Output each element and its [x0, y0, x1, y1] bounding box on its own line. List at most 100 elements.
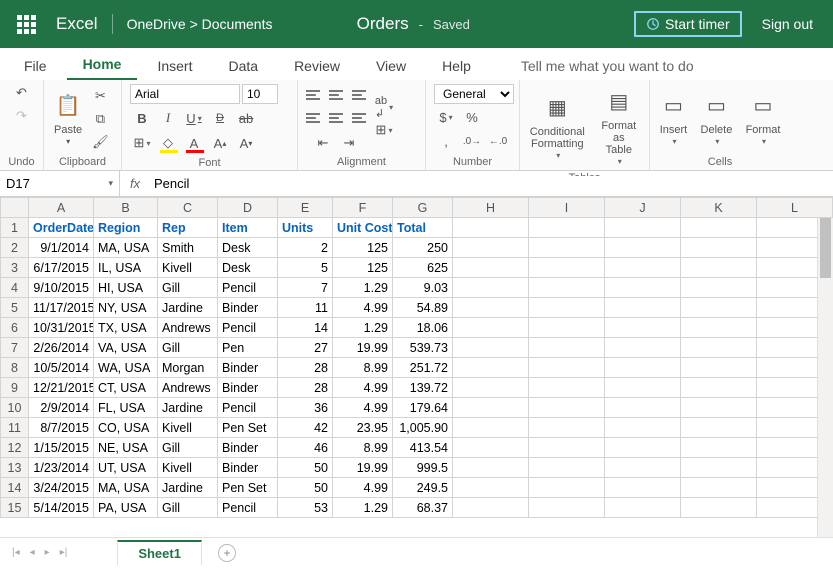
cell-J1[interactable] — [605, 218, 681, 238]
cell-D4[interactable]: Pencil — [218, 278, 278, 298]
document-title[interactable]: Orders — [357, 14, 409, 34]
cell-A6[interactable]: 10/31/2015 — [29, 318, 94, 338]
cell-E4[interactable]: 7 — [278, 278, 333, 298]
cell-F4[interactable]: 1.29 — [333, 278, 393, 298]
cell-I9[interactable] — [529, 378, 605, 398]
shrink-font-button[interactable]: A▾ — [234, 132, 258, 154]
cell-I4[interactable] — [529, 278, 605, 298]
cell-B8[interactable]: WA, USA — [94, 358, 158, 378]
row-header-2[interactable]: 2 — [1, 238, 29, 258]
cell-J2[interactable] — [605, 238, 681, 258]
cell-B3[interactable]: IL, USA — [94, 258, 158, 278]
cell-J6[interactable] — [605, 318, 681, 338]
cell-D14[interactable]: Pen Set — [218, 478, 278, 498]
cell-B12[interactable]: NE, USA — [94, 438, 158, 458]
cell-J13[interactable] — [605, 458, 681, 478]
sheet-tab[interactable]: Sheet1 — [117, 540, 202, 565]
cell-G13[interactable]: 999.5 — [393, 458, 453, 478]
cell-I7[interactable] — [529, 338, 605, 358]
cell-G6[interactable]: 18.06 — [393, 318, 453, 338]
cell-A14[interactable]: 3/24/2015 — [29, 478, 94, 498]
cell-G1[interactable]: Total — [393, 218, 453, 238]
cell-F7[interactable]: 19.99 — [333, 338, 393, 358]
cell-J4[interactable] — [605, 278, 681, 298]
row-header-8[interactable]: 8 — [1, 358, 29, 378]
col-header-G[interactable]: G — [393, 198, 453, 218]
col-header-C[interactable]: C — [158, 198, 218, 218]
cell-K10[interactable] — [681, 398, 757, 418]
row-header-13[interactable]: 13 — [1, 458, 29, 478]
cell-D9[interactable]: Binder — [218, 378, 278, 398]
cell-K15[interactable] — [681, 498, 757, 518]
cell-D7[interactable]: Pen — [218, 338, 278, 358]
cell-J15[interactable] — [605, 498, 681, 518]
cell-F5[interactable]: 4.99 — [333, 298, 393, 318]
cell-A13[interactable]: 1/23/2014 — [29, 458, 94, 478]
cell-F2[interactable]: 125 — [333, 238, 393, 258]
cell-F15[interactable]: 1.29 — [333, 498, 393, 518]
font-size-select[interactable] — [242, 84, 278, 104]
cell-G14[interactable]: 249.5 — [393, 478, 453, 498]
row-header-10[interactable]: 10 — [1, 398, 29, 418]
cell-C9[interactable]: Andrews — [158, 378, 218, 398]
cell-A3[interactable]: 6/17/2015 — [29, 258, 94, 278]
sheet-nav-next[interactable]: ▸ — [41, 545, 54, 560]
format-painter-button[interactable]: 🖌 — [90, 131, 111, 153]
col-header-K[interactable]: K — [681, 198, 757, 218]
increase-indent-button[interactable]: ⇥ — [337, 132, 361, 154]
cell-D13[interactable]: Binder — [218, 458, 278, 478]
cell-F10[interactable]: 4.99 — [333, 398, 393, 418]
cell-D8[interactable]: Binder — [218, 358, 278, 378]
paste-button[interactable]: 📋 Paste ▾ — [48, 86, 88, 151]
col-header-I[interactable]: I — [529, 198, 605, 218]
col-header-E[interactable]: E — [278, 198, 333, 218]
row-header-1[interactable]: 1 — [1, 218, 29, 238]
sign-out-button[interactable]: Sign out — [762, 16, 813, 32]
cell-B11[interactable]: CO, USA — [94, 418, 158, 438]
row-header-5[interactable]: 5 — [1, 298, 29, 318]
tab-home[interactable]: Home — [67, 50, 138, 80]
col-header-F[interactable]: F — [333, 198, 393, 218]
cell-H3[interactable] — [453, 258, 529, 278]
tab-data[interactable]: Data — [212, 52, 274, 80]
cell-J7[interactable] — [605, 338, 681, 358]
cell-E12[interactable]: 46 — [278, 438, 333, 458]
cell-G11[interactable]: 1,005.90 — [393, 418, 453, 438]
cell-H15[interactable] — [453, 498, 529, 518]
cell-D11[interactable]: Pen Set — [218, 418, 278, 438]
sheet-nav-prev[interactable]: ◂ — [26, 545, 39, 560]
italic-button[interactable]: I — [156, 107, 180, 129]
font-color-button[interactable]: A — [182, 132, 206, 154]
cell-F3[interactable]: 125 — [333, 258, 393, 278]
cell-K4[interactable] — [681, 278, 757, 298]
cell-B6[interactable]: TX, USA — [94, 318, 158, 338]
cell-K8[interactable] — [681, 358, 757, 378]
row-header-4[interactable]: 4 — [1, 278, 29, 298]
cell-K12[interactable] — [681, 438, 757, 458]
increase-decimal-button[interactable]: .0→ — [460, 130, 484, 152]
cell-A12[interactable]: 1/15/2015 — [29, 438, 94, 458]
cell-H9[interactable] — [453, 378, 529, 398]
cell-H8[interactable] — [453, 358, 529, 378]
cell-B2[interactable]: MA, USA — [94, 238, 158, 258]
percent-button[interactable]: % — [460, 106, 484, 128]
align-right-button[interactable] — [348, 107, 370, 129]
cell-H13[interactable] — [453, 458, 529, 478]
sheet-nav-first[interactable]: |◂ — [8, 545, 24, 560]
cell-C10[interactable]: Jardine — [158, 398, 218, 418]
row-header-7[interactable]: 7 — [1, 338, 29, 358]
font-name-select[interactable] — [130, 84, 240, 104]
add-sheet-button[interactable]: + — [218, 544, 236, 562]
cell-A11[interactable]: 8/7/2015 — [29, 418, 94, 438]
cell-A4[interactable]: 9/10/2015 — [29, 278, 94, 298]
align-left-button[interactable] — [302, 107, 324, 129]
cell-G15[interactable]: 68.37 — [393, 498, 453, 518]
cell-K6[interactable] — [681, 318, 757, 338]
cell-G8[interactable]: 251.72 — [393, 358, 453, 378]
cell-C7[interactable]: Gill — [158, 338, 218, 358]
fill-color-button[interactable]: ◇ — [156, 132, 180, 154]
formula-input[interactable] — [150, 176, 833, 191]
cell-A5[interactable]: 11/17/2015 — [29, 298, 94, 318]
cell-B9[interactable]: CT, USA — [94, 378, 158, 398]
tell-me-input[interactable]: Tell me what you want to do — [521, 52, 694, 80]
